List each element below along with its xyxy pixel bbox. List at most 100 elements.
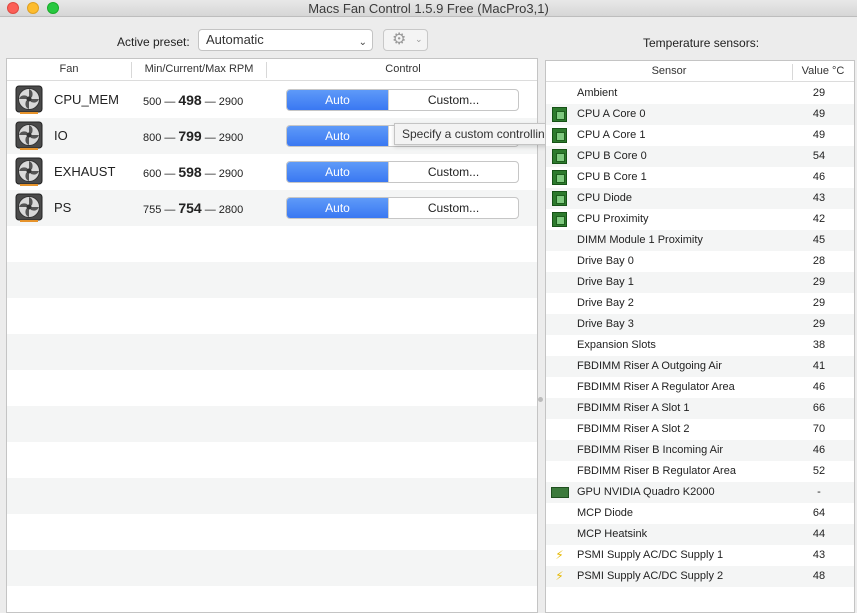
sensor-name: CPU Diode xyxy=(577,192,633,204)
empty-row xyxy=(7,478,537,514)
sensor-row[interactable]: DIMM Module 1 Proximity 45 xyxy=(546,230,854,251)
sensor-row[interactable]: FBDIMM Riser B Regulator Area 52 xyxy=(546,461,854,482)
settings-menu-button[interactable]: ⚙ ⌄ xyxy=(383,29,428,51)
sensor-row[interactable]: Drive Bay 0 28 xyxy=(546,251,854,272)
sensor-row[interactable]: GPU NVIDIA Quadro K2000 - xyxy=(546,482,854,503)
fan-rpm-max: 2900 xyxy=(218,132,244,144)
active-preset-select[interactable]: Automatic ⌄ xyxy=(198,29,373,51)
fan-row: EXHAUST 600—598—2900 Auto Custom... xyxy=(7,154,537,190)
sensor-value: 49 xyxy=(812,108,826,120)
sensor-name: MCP Heatsink xyxy=(577,528,648,540)
sensor-row[interactable]: FBDIMM Riser B Incoming Air 46 xyxy=(546,440,854,461)
sensor-value: 46 xyxy=(812,171,826,183)
sensor-row[interactable]: FBDIMM Riser A Slot 2 70 xyxy=(546,419,854,440)
active-preset-label: Active preset: xyxy=(117,35,190,49)
sensor-row[interactable]: MCP Heatsink 44 xyxy=(546,524,854,545)
sensor-table: Sensor Value °C Ambient 29 CPU A Core 0 49 C… xyxy=(545,60,855,613)
fan-rows: CPU_MEM 500—498—2900 Auto Custom... IO 800—79… xyxy=(7,82,537,612)
empty-row xyxy=(7,298,537,334)
title-bar: Macs Fan Control 1.5.9 Free (MacPro3,1) xyxy=(0,0,857,17)
fan-control-segmented: AutoCustom... xyxy=(286,89,519,111)
sensor-row[interactable]: FBDIMM Riser A Slot 1 66 xyxy=(546,398,854,419)
sensor-row[interactable]: Drive Bay 1 29 xyxy=(546,272,854,293)
fan-rpm-current: 498 xyxy=(178,92,202,108)
sensor-row[interactable]: FBDIMM Riser A Outgoing Air 41 xyxy=(546,356,854,377)
sensor-row[interactable]: MCP Diode 64 xyxy=(546,503,854,524)
fan-row: PS 755—754—2800 Auto Custom... xyxy=(7,190,537,226)
fan-rpm-current: 799 xyxy=(178,128,202,144)
sensor-value: 44 xyxy=(812,528,826,540)
sensor-name: Drive Bay 1 xyxy=(577,276,634,288)
chevron-down-icon: ⌄ xyxy=(415,34,423,44)
sensor-row[interactable]: ⚡ PSMI Supply AC/DC Supply 2 48 xyxy=(546,566,854,587)
sensor-row[interactable]: ⚡ PSMI Supply AC/DC Supply 1 43 xyxy=(546,545,854,566)
sensor-value: 29 xyxy=(812,297,826,309)
gpu-card-icon xyxy=(551,487,569,498)
cpu-chip-icon xyxy=(552,212,567,227)
rpm-separator: — xyxy=(164,204,176,216)
sensor-row[interactable]: CPU Diode 43 xyxy=(546,188,854,209)
sensor-name: FBDIMM Riser A Regulator Area xyxy=(577,381,735,393)
sensor-value: 48 xyxy=(812,570,826,582)
fan-rpm-min: 755 xyxy=(143,204,162,216)
fan-table-header: Fan Min/Current/Max RPM Control xyxy=(7,59,537,81)
sensor-name: CPU B Core 1 xyxy=(577,171,647,183)
fan-name: EXHAUST xyxy=(54,164,116,179)
empty-row xyxy=(7,586,537,612)
fan-name: PS xyxy=(54,200,72,215)
fan-custom-button[interactable]: Custom... xyxy=(388,198,518,218)
column-header-sensor[interactable]: Sensor xyxy=(546,65,792,77)
rpm-separator: — xyxy=(204,132,216,144)
fan-rpm: 500—498—2900 xyxy=(143,92,243,108)
fan-auto-button[interactable]: Auto xyxy=(287,162,388,182)
sensor-row[interactable]: CPU B Core 0 54 xyxy=(546,146,854,167)
temperature-sensors-title: Temperature sensors: xyxy=(643,36,760,50)
sensor-row[interactable]: CPU A Core 1 49 xyxy=(546,125,854,146)
active-preset-value: Automatic xyxy=(206,32,264,47)
sensor-row[interactable]: CPU Proximity 42 xyxy=(546,209,854,230)
fan-rpm: 755—754—2800 xyxy=(143,200,243,216)
sensor-row[interactable]: Drive Bay 3 29 xyxy=(546,314,854,335)
cpu-chip-icon xyxy=(552,149,567,164)
fan-custom-button[interactable]: Custom... xyxy=(388,90,518,110)
rpm-separator: — xyxy=(164,168,176,180)
sensor-value: 46 xyxy=(812,381,826,393)
sensor-row[interactable]: Drive Bay 2 29 xyxy=(546,293,854,314)
fan-auto-button[interactable]: Auto xyxy=(287,198,388,218)
column-header-rpm[interactable]: Min/Current/Max RPM xyxy=(132,63,266,75)
empty-row xyxy=(7,442,537,478)
column-header-value[interactable]: Value °C xyxy=(793,65,853,77)
sensor-row[interactable]: CPU B Core 1 46 xyxy=(546,167,854,188)
sensor-value: 43 xyxy=(812,549,826,561)
fan-rpm: 800—799—2900 xyxy=(143,128,243,144)
cpu-chip-icon xyxy=(552,170,567,185)
sensor-name: CPU Proximity xyxy=(577,213,649,225)
fan-icon xyxy=(15,121,43,151)
fan-icon xyxy=(15,85,43,115)
column-header-control[interactable]: Control xyxy=(267,63,537,75)
cpu-chip-icon xyxy=(552,191,567,206)
sensor-row[interactable]: Ambient 29 xyxy=(546,83,854,104)
fan-auto-button[interactable]: Auto xyxy=(287,126,388,146)
rpm-separator: — xyxy=(164,96,176,108)
fan-rpm-current: 598 xyxy=(178,164,202,180)
fan-rpm-min: 500 xyxy=(143,96,162,108)
fan-custom-button[interactable]: Custom... xyxy=(388,162,518,182)
fan-rpm-max: 2900 xyxy=(218,96,244,108)
sensor-row[interactable]: CPU A Core 0 49 xyxy=(546,104,854,125)
rpm-separator: — xyxy=(204,168,216,180)
column-header-fan[interactable]: Fan xyxy=(7,63,131,75)
sensor-name: CPU A Core 1 xyxy=(577,129,646,141)
chevron-down-icon: ⌄ xyxy=(358,37,367,48)
sensor-value: 42 xyxy=(812,213,826,225)
sensor-value: 29 xyxy=(812,87,826,99)
sensor-value: 45 xyxy=(812,234,826,246)
fan-row: CPU_MEM 500—498—2900 Auto Custom... xyxy=(7,82,537,118)
empty-row xyxy=(7,226,537,262)
sensor-row[interactable]: FBDIMM Riser A Regulator Area 46 xyxy=(546,377,854,398)
empty-row xyxy=(7,514,537,550)
fan-icon xyxy=(15,157,43,187)
split-view-divider-handle[interactable] xyxy=(538,397,543,402)
sensor-row[interactable]: Expansion Slots 38 xyxy=(546,335,854,356)
fan-auto-button[interactable]: Auto xyxy=(287,90,388,110)
